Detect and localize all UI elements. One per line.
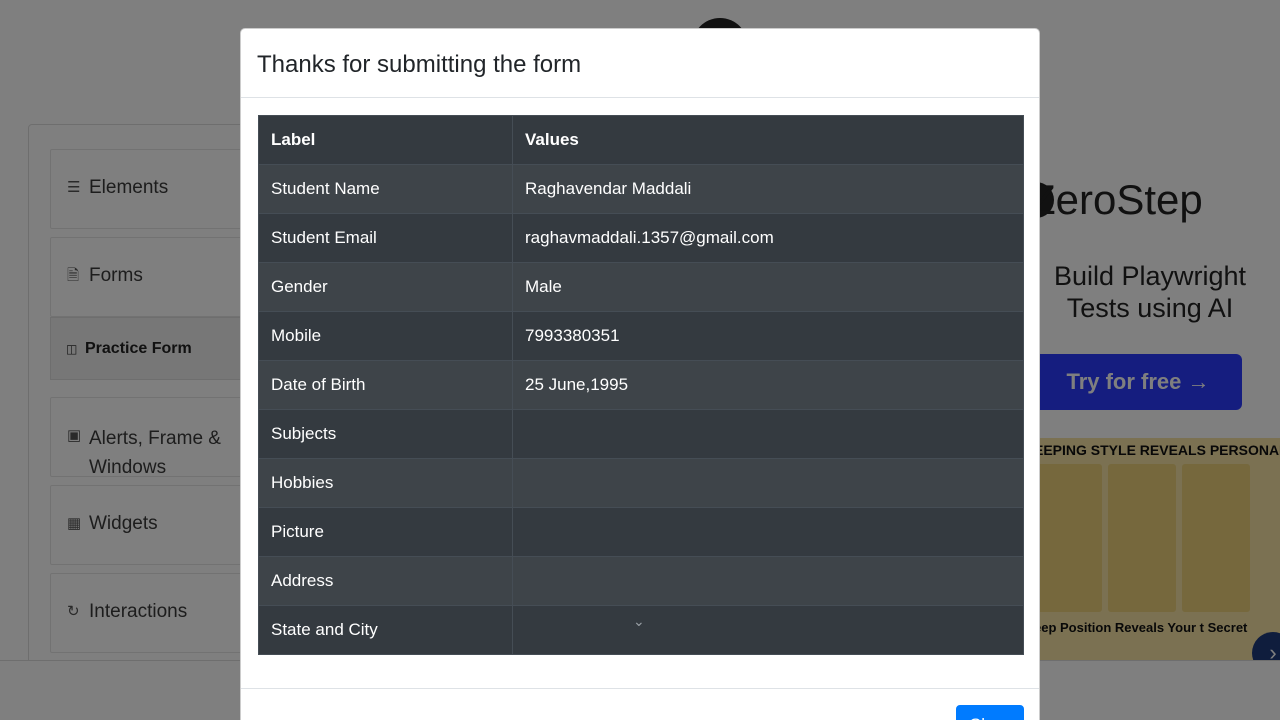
row-value: raghavmaddali.1357@gmail.com — [512, 213, 1024, 263]
submission-table: Label Values Student Name Raghavendar Ma… — [258, 115, 1024, 655]
row-label: Picture — [258, 507, 513, 557]
row-label: Address — [258, 556, 513, 606]
row-value — [512, 605, 1024, 655]
table-header-row: Label Values — [258, 115, 1024, 165]
chevron-down-icon: ⌄ — [633, 613, 645, 629]
row-label: Date of Birth — [258, 360, 513, 410]
row-value: 25 June,1995 — [512, 360, 1024, 410]
table-row: Mobile 7993380351 — [258, 311, 1024, 361]
table-row: Hobbies — [258, 458, 1024, 508]
submission-modal: Thanks for submitting the form Label Val… — [240, 28, 1040, 720]
row-label: Student Name — [258, 164, 513, 214]
table-row: Student Name Raghavendar Maddali — [258, 164, 1024, 214]
row-value — [512, 458, 1024, 508]
table-row: Gender Male — [258, 262, 1024, 312]
row-value — [512, 409, 1024, 459]
row-value: Raghavendar Maddali — [512, 164, 1024, 214]
row-label: State and City — [258, 605, 513, 655]
table-row: Subjects — [258, 409, 1024, 459]
modal-header: Thanks for submitting the form — [241, 29, 1039, 98]
table-row: Address — [258, 556, 1024, 606]
row-label: Gender — [258, 262, 513, 312]
table-row: Student Email raghavmaddali.1357@gmail.c… — [258, 213, 1024, 263]
modal-title: Thanks for submitting the form — [257, 51, 582, 78]
table-row: Picture — [258, 507, 1024, 557]
row-value — [512, 556, 1024, 606]
modal-footer: Close — [241, 688, 1039, 720]
row-label: Subjects — [258, 409, 513, 459]
row-value — [512, 507, 1024, 557]
column-header-values: Values — [512, 115, 1024, 165]
row-value: Male — [512, 262, 1024, 312]
row-label: Hobbies — [258, 458, 513, 508]
row-value: 7993380351 — [512, 311, 1024, 361]
column-header-label: Label — [258, 115, 513, 165]
row-label: Student Email — [258, 213, 513, 263]
close-button[interactable]: Close — [956, 705, 1024, 720]
row-label: Mobile — [258, 311, 513, 361]
table-row: Date of Birth 25 June,1995 — [258, 360, 1024, 410]
